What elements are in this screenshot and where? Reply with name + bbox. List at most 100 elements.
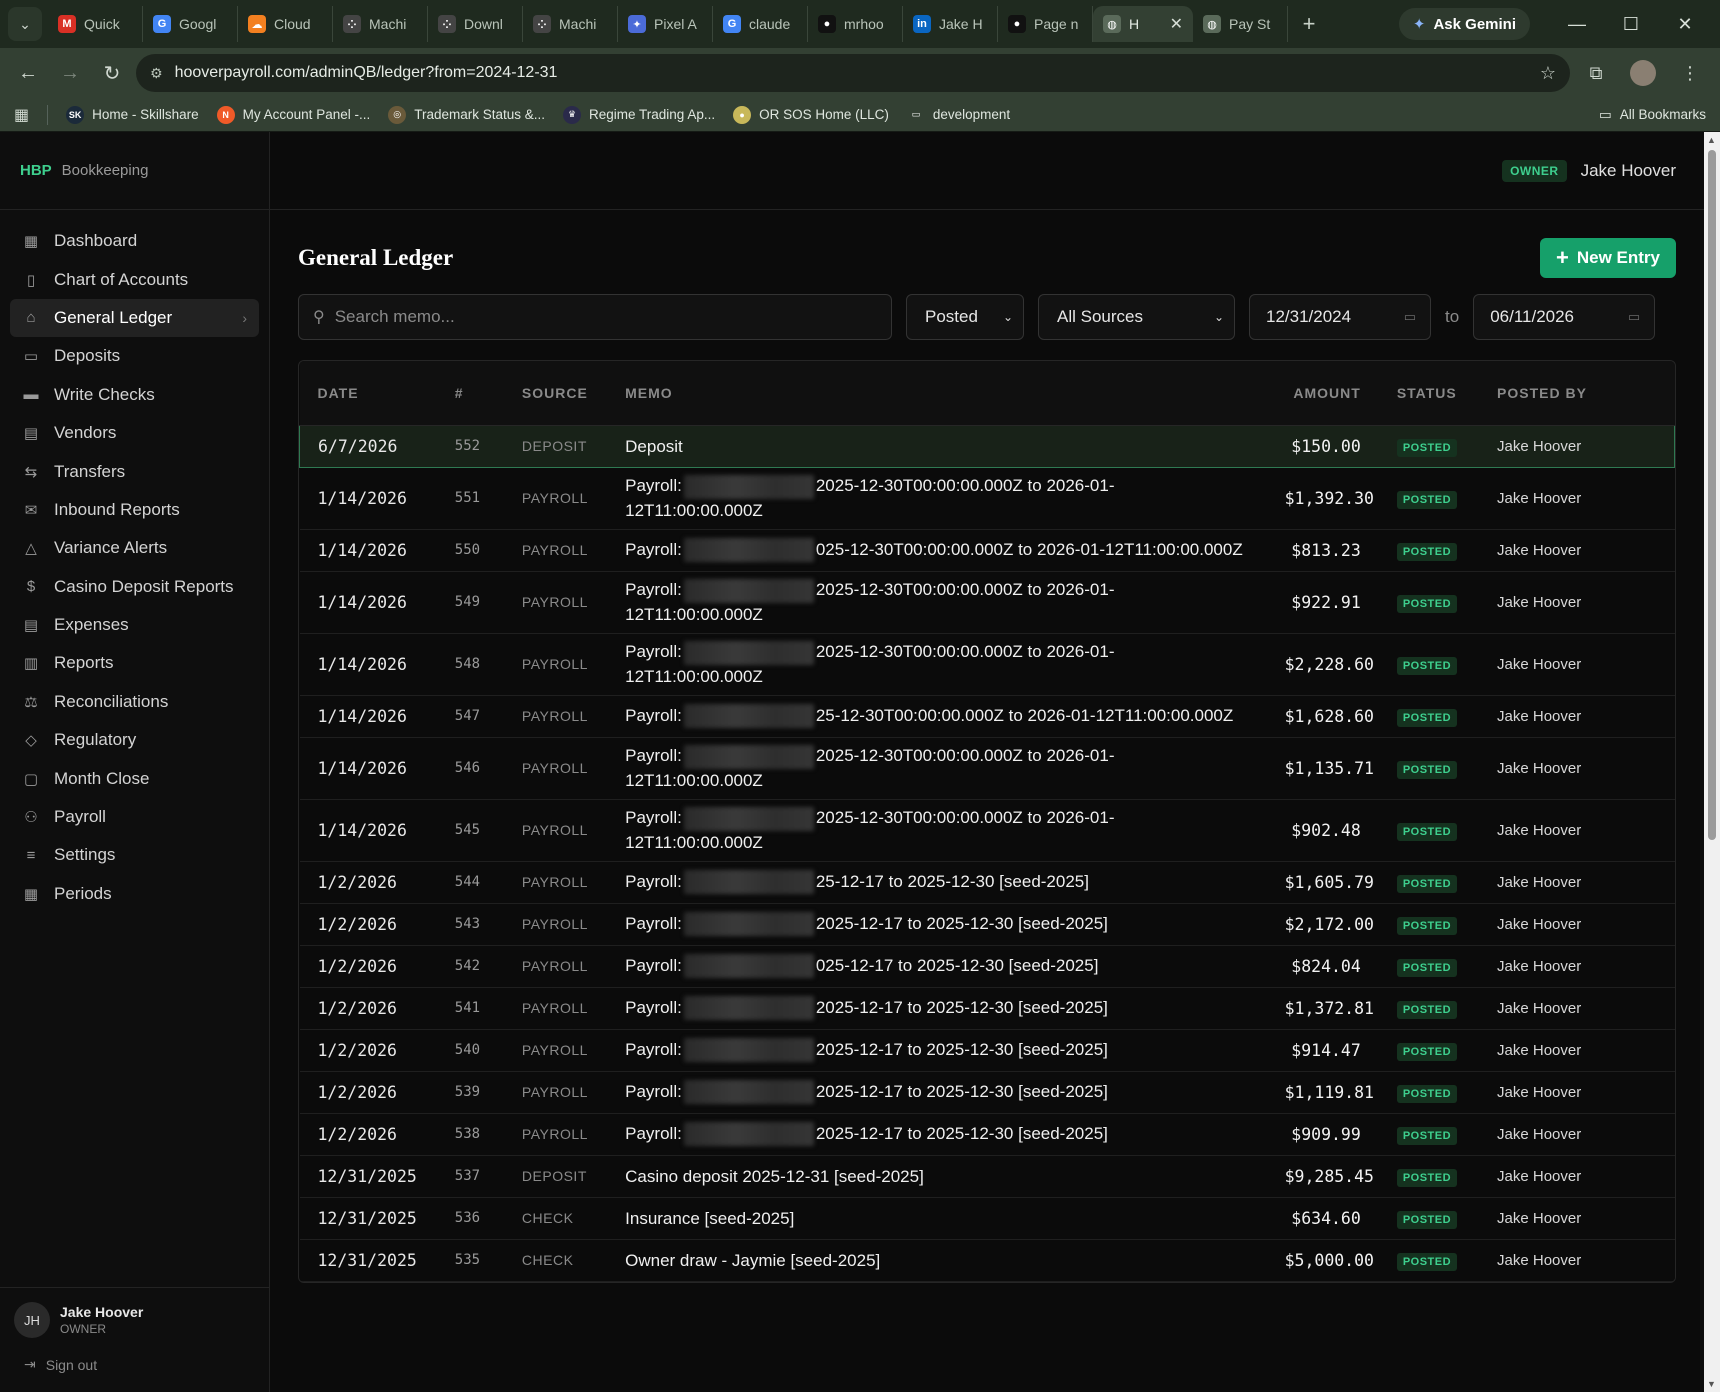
table-row[interactable]: 12/31/2025 537 DEPOSIT Casino deposit 20… (299, 1155, 1675, 1198)
bookmark-item[interactable]: ▭ development (907, 106, 1011, 124)
bookmark-item[interactable]: ◎ Trademark Status &... (388, 105, 545, 124)
omnibox[interactable]: ⚙ hooverpayroll.com/adminQB/ledger?from=… (136, 54, 1570, 92)
kebab-menu-icon[interactable]: ⋮ (1670, 63, 1710, 84)
bookmark-star-icon[interactable]: ☆ (1540, 63, 1556, 84)
table-row[interactable]: 1/2/2026 543 PAYROLL Payroll: 2025-12-17 … (299, 903, 1675, 946)
table-row[interactable]: 1/2/2026 538 PAYROLL Payroll: 2025-12-17 … (299, 1113, 1675, 1156)
bookmark-item[interactable]: ♛ Regime Trading Ap... (563, 105, 715, 124)
table-row[interactable]: 1/14/2026 549 PAYROLL Payroll: 2025-12-30… (299, 571, 1675, 634)
browser-tab[interactable]: in Jake H (903, 6, 998, 42)
sidebar-item-write-checks[interactable]: ▬ Write Checks (10, 376, 259, 414)
scroll-down-arrow-icon[interactable]: ▼ (1707, 1379, 1716, 1389)
to-date-field[interactable]: 06/11/2026 ▭ (1473, 294, 1656, 340)
search-box[interactable]: ⚲ (298, 294, 892, 340)
apps-grid-icon[interactable]: ▦ (14, 105, 29, 125)
all-bookmarks[interactable]: ▭ All Bookmarks (1599, 107, 1706, 123)
sidebar-item-vendors[interactable]: ▤ Vendors (10, 414, 259, 452)
brand[interactable]: HBP Bookkeeping (0, 132, 269, 210)
search-input[interactable] (334, 307, 877, 327)
col-header-amount[interactable]: AMOUNT (1266, 361, 1379, 426)
table-row[interactable]: 1/14/2026 548 PAYROLL Payroll: 2025-12-30… (299, 633, 1675, 696)
sidebar-item-chart-of-accounts[interactable]: ▯ Chart of Accounts (10, 260, 259, 298)
url-text[interactable]: hooverpayroll.com/adminQB/ledger?from=20… (175, 64, 558, 82)
settings-icon: ≡ (26, 846, 36, 864)
forward-arrow-icon[interactable]: → (52, 55, 88, 91)
maximize-icon[interactable]: ☐ (1604, 14, 1658, 35)
sidebar-item-periods[interactable]: ▦ Periods (10, 875, 259, 913)
new-entry-button[interactable]: + New Entry (1540, 238, 1676, 278)
browser-tab[interactable]: ☁ Cloud (238, 6, 333, 42)
new-tab-button[interactable]: + (1294, 11, 1324, 37)
browser-tab[interactable]: G Googl (143, 6, 238, 42)
status-select[interactable]: Posted ⌄ (906, 294, 1024, 340)
col-header-date[interactable]: DATE (299, 361, 441, 426)
browser-tab[interactable]: ⁘ Downl (428, 6, 523, 42)
sidebar-item-variance-alerts[interactable]: △ Variance Alerts (10, 529, 259, 567)
scrollbar-thumb[interactable] (1708, 150, 1716, 840)
browser-tab[interactable]: Gclaude (713, 6, 808, 42)
browser-tab[interactable]: ⁘ Machi (523, 6, 618, 42)
bookmark-item[interactable]: N My Account Panel -... (216, 105, 370, 124)
table-row[interactable]: 1/14/2026 550 PAYROLL Payroll: 025-12-30T… (299, 529, 1675, 572)
browser-tab[interactable]: ● mrhoo (808, 6, 903, 42)
col-header-status[interactable]: STATUS (1378, 361, 1480, 426)
table-row[interactable]: 1/14/2026 547 PAYROLL Payroll: 25-12-30T0… (299, 695, 1675, 738)
browser-tab[interactable]: ✦ Pixel A (618, 6, 713, 42)
table-row[interactable]: 1/2/2026 539 PAYROLL Payroll: 2025-12-17 … (299, 1071, 1675, 1114)
col-header-posted-by[interactable]: POSTED BY (1479, 361, 1675, 426)
sidebar-item-dashboard[interactable]: ▦ Dashboard (10, 222, 259, 260)
table-row[interactable]: 1/2/2026 541 PAYROLL Payroll: 2025-12-17 … (299, 987, 1675, 1030)
table-row[interactable]: 1/14/2026 546 PAYROLL Payroll: 2025-12-30… (299, 737, 1675, 800)
table-row[interactable]: 1/2/2026 544 PAYROLL Payroll: 25-12-17 to… (299, 861, 1675, 904)
back-arrow-icon[interactable]: ← (10, 55, 46, 91)
close-icon[interactable]: ✕ (1170, 14, 1183, 34)
sidebar-item-reports[interactable]: ▥ Reports (10, 644, 259, 682)
browser-tab[interactable]: ⁘ Machi (333, 6, 428, 42)
minimize-icon[interactable]: — (1550, 14, 1604, 35)
bookmark-item[interactable]: ● OR SOS Home (LLC) (733, 105, 889, 124)
sidebar-item-general-ledger[interactable]: ⌂ General Ledger › (10, 298, 259, 338)
bookmark-item[interactable]: SK Home - Skillshare (66, 105, 199, 124)
sidebar-item-expenses[interactable]: ▤ Expenses (10, 606, 259, 644)
source-select[interactable]: All Sources ⌄ (1038, 294, 1235, 340)
table-row[interactable]: 1/14/2026 545 PAYROLL Payroll: 2025-12-30… (299, 799, 1675, 862)
sign-out-button[interactable]: ⇥ Sign out (14, 1356, 255, 1373)
page-scrollbar[interactable]: ▲ ▼ (1704, 132, 1720, 1392)
tab-search-chevron-icon[interactable]: ⌄ (8, 7, 42, 41)
sidebar-item-reconciliations[interactable]: ⚖ Reconciliations (10, 683, 259, 721)
status-select-value: Posted (925, 307, 978, 326)
table-row[interactable]: 1/2/2026 542 PAYROLL Payroll: 025-12-17 t… (299, 945, 1675, 988)
close-window-icon[interactable]: ✕ (1658, 14, 1712, 35)
sidebar-item-month-close[interactable]: ▢ Month Close (10, 759, 259, 797)
top-user-name[interactable]: Jake Hoover (1581, 161, 1676, 181)
table-row[interactable]: 12/31/2025 535 CHECK Owner draw - Jaymie… (299, 1239, 1675, 1282)
extensions-icon[interactable]: ⧉ (1576, 63, 1616, 84)
table-row[interactable]: 6/7/2026 552 DEPOSIT Deposit $150.00 POS… (299, 424, 1675, 468)
table-row[interactable]: 12/31/2025 536 CHECK Insurance [seed-202… (299, 1197, 1675, 1240)
site-settings-icon[interactable]: ⚙ (150, 65, 163, 82)
reload-icon[interactable]: ↻ (94, 55, 130, 91)
profile-avatar[interactable] (1630, 60, 1656, 86)
scroll-up-arrow-icon[interactable]: ▲ (1707, 135, 1716, 145)
sidebar-item-settings[interactable]: ≡ Settings (10, 836, 259, 874)
col-header-memo[interactable]: MEMO (607, 361, 1267, 426)
tab-active[interactable]: ◍ H ✕ (1093, 6, 1193, 42)
sidebar-item-payroll[interactable]: ⚇ Payroll (10, 798, 259, 836)
table-row[interactable]: 1/14/2026 551 PAYROLL Payroll: 2025-12-30… (299, 467, 1675, 530)
browser-tab[interactable]: M Quick (48, 6, 143, 42)
calendar-icon[interactable]: ▭ (1404, 309, 1416, 325)
sidebar-item-regulatory[interactable]: ◇ Regulatory (10, 721, 259, 759)
sidebar-item-inbound-reports[interactable]: ✉ Inbound Reports (10, 491, 259, 529)
chevron-down-icon: ⌄ (1002, 310, 1013, 324)
col-header-number[interactable]: # (440, 361, 504, 426)
browser-tab[interactable]: ● Page n (998, 6, 1093, 42)
sidebar-item-transfers[interactable]: ⇆ Transfers (10, 452, 259, 490)
ask-gemini-button[interactable]: ✦ Ask Gemini (1398, 8, 1530, 40)
sidebar-item-casino-deposit-reports[interactable]: $ Casino Deposit Reports (10, 568, 259, 606)
from-date-field[interactable]: 12/31/2024 ▭ (1249, 294, 1431, 340)
calendar-icon[interactable]: ▭ (1628, 309, 1640, 325)
col-header-source[interactable]: SOURCE (503, 361, 608, 426)
table-row[interactable]: 1/2/2026 540 PAYROLL Payroll: 2025-12-17 … (299, 1029, 1675, 1072)
tab-pay-stub[interactable]: ◍ Pay St (1193, 6, 1288, 42)
sidebar-item-deposits[interactable]: ▭ Deposits (10, 337, 259, 375)
